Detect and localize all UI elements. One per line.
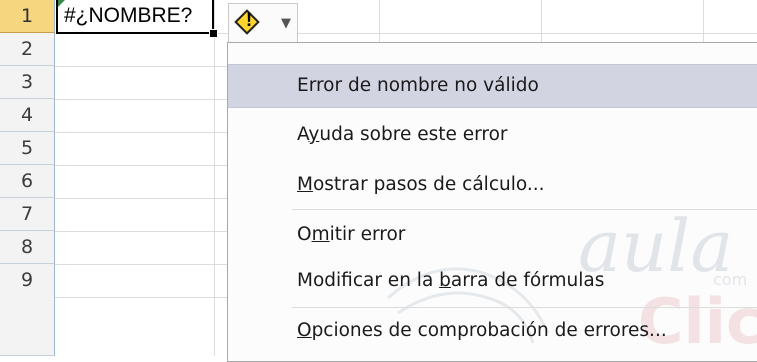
gridline [703,0,704,45]
fill-handle[interactable] [209,29,218,38]
row-header-4[interactable]: 4 [0,99,55,132]
menu-item-show-calculation-steps[interactable]: Mostrar pasos de cálculo... [228,163,757,207]
row-header-1[interactable]: 1 [0,0,55,33]
chevron-down-icon[interactable]: ▼ [281,16,291,31]
row-header-5[interactable]: 5 [0,132,55,165]
row-header-8[interactable]: 8 [0,231,55,264]
menu-item-help-on-error[interactable]: Ayuda sobre este error [228,113,757,157]
menu-item-ignore-error[interactable]: Omitir error [228,213,757,257]
error-options-menu: aula com Clic Error de nombre no válido … [227,42,757,362]
error-options-button[interactable]: ! ▼ [228,3,298,43]
row-header-6[interactable]: 6 [0,165,55,198]
row-header-7[interactable]: 7 [0,198,55,231]
error-indicator-icon [58,0,65,7]
gridline [379,0,380,45]
row-header-9[interactable]: 9 [0,264,55,356]
row-header-3[interactable]: 3 [0,66,55,99]
row-header-2[interactable]: 2 [0,33,55,66]
menu-separator [292,209,757,210]
menu-item-edit-in-formula-bar[interactable]: Modificar en la barra de fórmulas [228,259,757,303]
menu-item-invalid-name-error[interactable]: Error de nombre no válido [228,64,757,108]
cell-value: #¿NOMBRE? [64,4,193,27]
active-cell-a1[interactable]: #¿NOMBRE? [56,0,214,34]
menu-item-error-checking-options[interactable]: Opciones de comprobación de errores... [228,309,757,353]
gridline [541,0,542,45]
gridline [214,0,215,356]
menu-separator [292,307,757,308]
